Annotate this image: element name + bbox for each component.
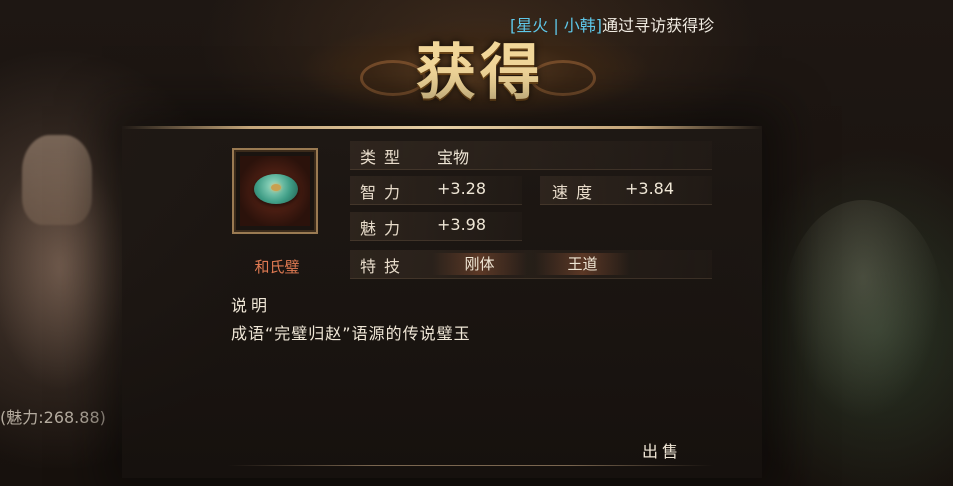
jade-hole (271, 184, 281, 191)
background-charm-text: (魅力:268.88) (0, 408, 106, 427)
stat-value-speed: +3.84 (625, 179, 675, 198)
sell-button[interactable]: 出售 (642, 438, 682, 462)
panel-bottom-divider (228, 465, 713, 466)
item-name: 和氏璧 (254, 258, 300, 276)
stat-label-type: 类型 (360, 148, 409, 167)
item-icon-frame[interactable] (232, 148, 318, 234)
skill-badge-gangti[interactable]: 刚体 (432, 253, 527, 275)
background-hand (22, 135, 92, 225)
broadcast-ticker: [星火 | 小韩]通过寻访获得珍 (510, 12, 775, 36)
description-text: 成语“完璧归赵”语源的传说璧玉 (231, 324, 471, 343)
ticker-message: 通过寻访获得珍 (602, 16, 715, 35)
skill-badge-wangdao[interactable]: 王道 (535, 253, 630, 275)
page-title: 获得 (416, 38, 544, 108)
ticker-tag: [星火 | 小韩] (510, 16, 603, 35)
stat-value-charm: +3.98 (437, 215, 487, 234)
description-label: 说明 (231, 296, 272, 315)
stat-label-speed: 速度 (552, 183, 601, 202)
stat-value-intel: +3.28 (437, 179, 487, 198)
stat-label-skills: 特技 (360, 257, 409, 276)
background-figure-right (783, 200, 943, 420)
stat-value-type: 宝物 (437, 148, 470, 167)
item-art (240, 156, 310, 226)
stat-label-intel: 智力 (360, 183, 409, 202)
jade-disc-icon (254, 174, 298, 204)
panel-top-divider (122, 126, 762, 129)
stat-label-charm: 魅力 (360, 219, 409, 238)
